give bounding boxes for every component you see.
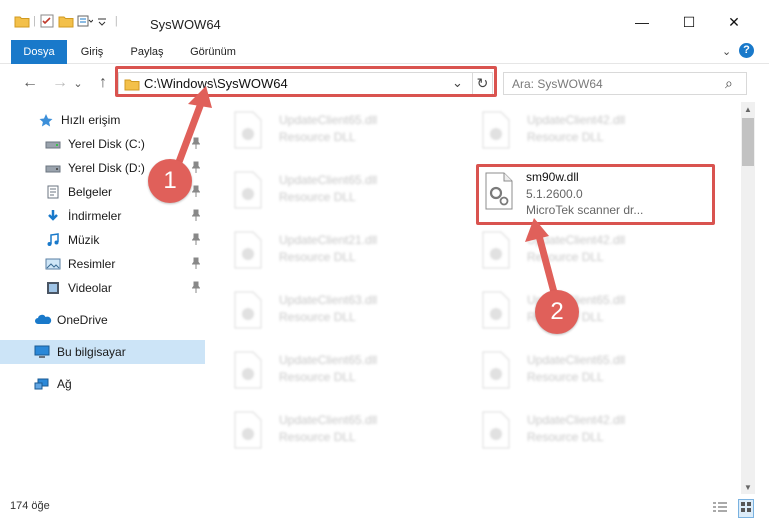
item-count: 174 öğe bbox=[10, 500, 50, 512]
large-icons-view-icon[interactable] bbox=[738, 499, 754, 518]
step-1-badge: 1 bbox=[148, 159, 192, 203]
status-bar: 174 öğe bbox=[0, 494, 769, 520]
details-view-icon[interactable] bbox=[712, 501, 728, 516]
step-2-badge: 2 bbox=[535, 290, 579, 334]
annotation-arrows bbox=[172, 86, 560, 304]
arrow-2 bbox=[525, 218, 560, 304]
file-explorer-window: | | SysWOW64 — ☐ ✕ Dosya Giriş Paylaş Gö… bbox=[0, 0, 769, 532]
arrow-1 bbox=[172, 86, 212, 174]
